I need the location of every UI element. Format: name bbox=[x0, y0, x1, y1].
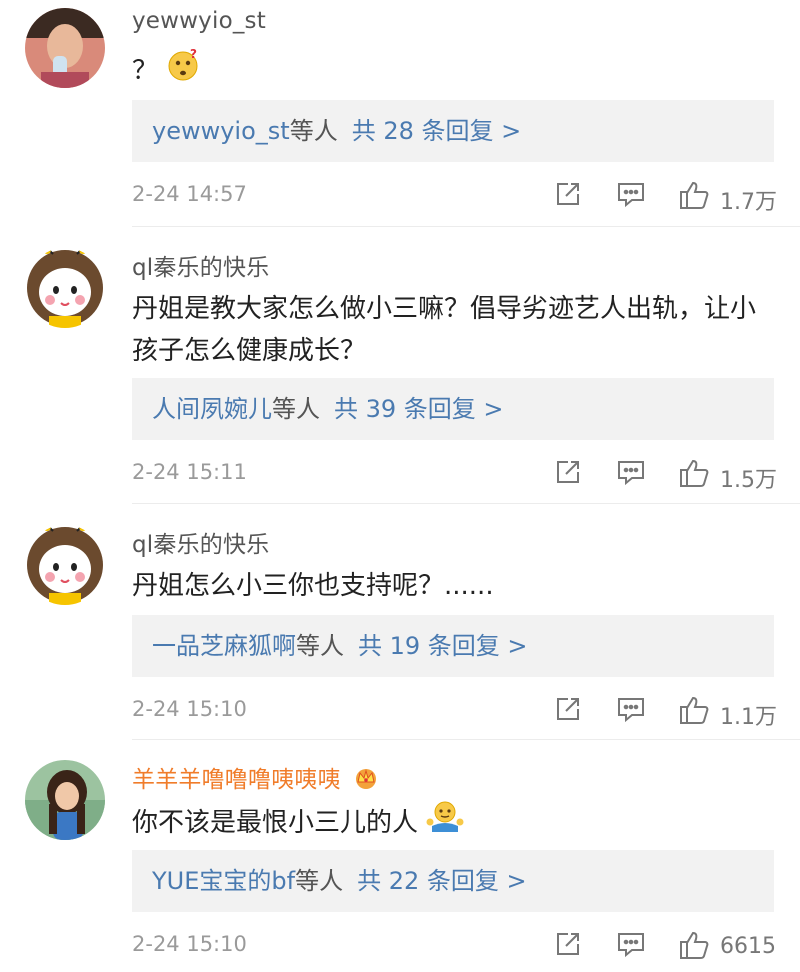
comment-icon[interactable] bbox=[616, 930, 646, 962]
share-icon[interactable] bbox=[554, 458, 582, 490]
comment-text: 你不该是最恨小三儿的人 bbox=[132, 800, 772, 847]
avatar[interactable] bbox=[25, 248, 105, 328]
share-icon[interactable] bbox=[554, 180, 582, 212]
comment-3: ql秦乐的快乐 丹姐怎么小三你也支持呢？...... 一品芝麻狐啊等人共 19 … bbox=[0, 517, 800, 740]
divider bbox=[132, 503, 800, 504]
avatar-woman-icon bbox=[25, 760, 105, 840]
divider bbox=[132, 739, 800, 740]
share-icon[interactable] bbox=[554, 695, 582, 727]
avatar-man-icon bbox=[25, 8, 105, 88]
comment-text: 丹姐怎么小三你也支持呢？...... bbox=[132, 571, 494, 601]
comment-4: 羊羊羊噜噜噜咦咦咦 你不该是最恨小三儿的人 YUE宝宝的bf等人共 22 条回复… bbox=[0, 752, 800, 972]
reply-etc: 等人 bbox=[289, 117, 338, 145]
username[interactable]: 羊羊羊噜噜噜咦咦咦 bbox=[132, 760, 380, 796]
share-icon[interactable] bbox=[554, 930, 582, 962]
like-count: 6615 bbox=[720, 934, 776, 959]
avatar[interactable] bbox=[25, 525, 105, 605]
shrug-emoji-icon bbox=[426, 800, 464, 847]
replies-box[interactable]: yewwyio_st等人共 28 条回复 > bbox=[132, 100, 774, 162]
username[interactable]: ql秦乐的快乐 bbox=[132, 525, 269, 559]
crown-icon bbox=[352, 766, 380, 796]
comment-text-body: 你不该是最恨小三儿的人 bbox=[132, 808, 419, 838]
like-count: 1.1万 bbox=[720, 705, 777, 730]
timestamp: 2-24 15:10 bbox=[132, 932, 247, 956]
reply-etc: 等人 bbox=[272, 395, 320, 423]
like-button[interactable]: 1.1万 bbox=[678, 695, 778, 730]
comment-text: 丹姐是教大家怎么做小三嘛？倡导劣迹艺人出轨，让小孩子怎么健康成长？ bbox=[132, 294, 757, 366]
reply-etc: 等人 bbox=[295, 867, 344, 895]
avatar[interactable] bbox=[25, 760, 105, 840]
reply-total-link[interactable]: 共 19 条回复 > bbox=[358, 632, 528, 660]
action-bar: 1.1万 bbox=[554, 695, 777, 730]
replies-box[interactable]: 一品芝麻狐啊等人共 19 条回复 > bbox=[132, 615, 774, 677]
reply-total-link[interactable]: 共 28 条回复 > bbox=[352, 117, 522, 145]
comment-1: yewwyio_st ？ ? yewwyio_st等人共 28 条回复 > 2-… bbox=[0, 0, 800, 228]
reply-etc: 等人 bbox=[296, 632, 344, 660]
thumbs-up-icon bbox=[678, 459, 710, 492]
avatar[interactable] bbox=[25, 8, 105, 88]
username[interactable]: yewwyio_st bbox=[132, 8, 266, 34]
svg-text:?: ? bbox=[190, 48, 197, 61]
reply-names[interactable]: YUE宝宝的bf bbox=[152, 867, 295, 895]
thinking-emoji-icon: ? bbox=[166, 47, 200, 95]
reply-total-link[interactable]: 共 39 条回复 > bbox=[334, 395, 504, 423]
replies-box[interactable]: 人间夙婉儿等人共 39 条回复 > bbox=[132, 378, 774, 440]
like-count: 1.7万 bbox=[720, 190, 777, 215]
thumbs-up-icon bbox=[678, 181, 710, 214]
reply-names[interactable]: yewwyio_st bbox=[152, 117, 290, 145]
like-button[interactable]: 6615 bbox=[678, 930, 778, 964]
like-button[interactable]: 1.5万 bbox=[678, 458, 778, 493]
divider bbox=[132, 226, 800, 227]
reply-names[interactable]: 人间夙婉儿 bbox=[152, 395, 272, 423]
comment-text: ？ ? bbox=[132, 47, 772, 95]
timestamp: 2-24 15:10 bbox=[132, 697, 247, 721]
timestamp: 2-24 14:57 bbox=[132, 182, 247, 206]
reply-total-link[interactable]: 共 22 条回复 > bbox=[357, 867, 527, 895]
avatar-bee-icon bbox=[25, 525, 105, 605]
username[interactable]: ql秦乐的快乐 bbox=[132, 248, 269, 282]
like-count: 1.5万 bbox=[720, 468, 777, 493]
timestamp: 2-24 15:11 bbox=[132, 460, 247, 484]
action-bar: 6615 bbox=[554, 930, 776, 962]
username-text[interactable]: 羊羊羊噜噜噜咦咦咦 bbox=[132, 767, 341, 793]
comment-text-body: ？ bbox=[132, 56, 159, 86]
comment-2: ql秦乐的快乐 丹姐是教大家怎么做小三嘛？倡导劣迹艺人出轨，让小孩子怎么健康成长… bbox=[0, 240, 800, 504]
avatar-bee-icon bbox=[25, 248, 105, 328]
action-bar: 1.7万 bbox=[554, 180, 777, 215]
replies-box[interactable]: YUE宝宝的bf等人共 22 条回复 > bbox=[132, 850, 774, 912]
reply-names[interactable]: 一品芝麻狐啊 bbox=[152, 632, 296, 660]
action-bar: 1.5万 bbox=[554, 458, 777, 493]
like-button[interactable]: 1.7万 bbox=[678, 180, 778, 215]
comment-icon[interactable] bbox=[616, 180, 646, 212]
comment-icon[interactable] bbox=[616, 695, 646, 727]
thumbs-up-icon bbox=[678, 931, 710, 964]
thumbs-up-icon bbox=[678, 696, 710, 729]
comment-icon[interactable] bbox=[616, 458, 646, 490]
